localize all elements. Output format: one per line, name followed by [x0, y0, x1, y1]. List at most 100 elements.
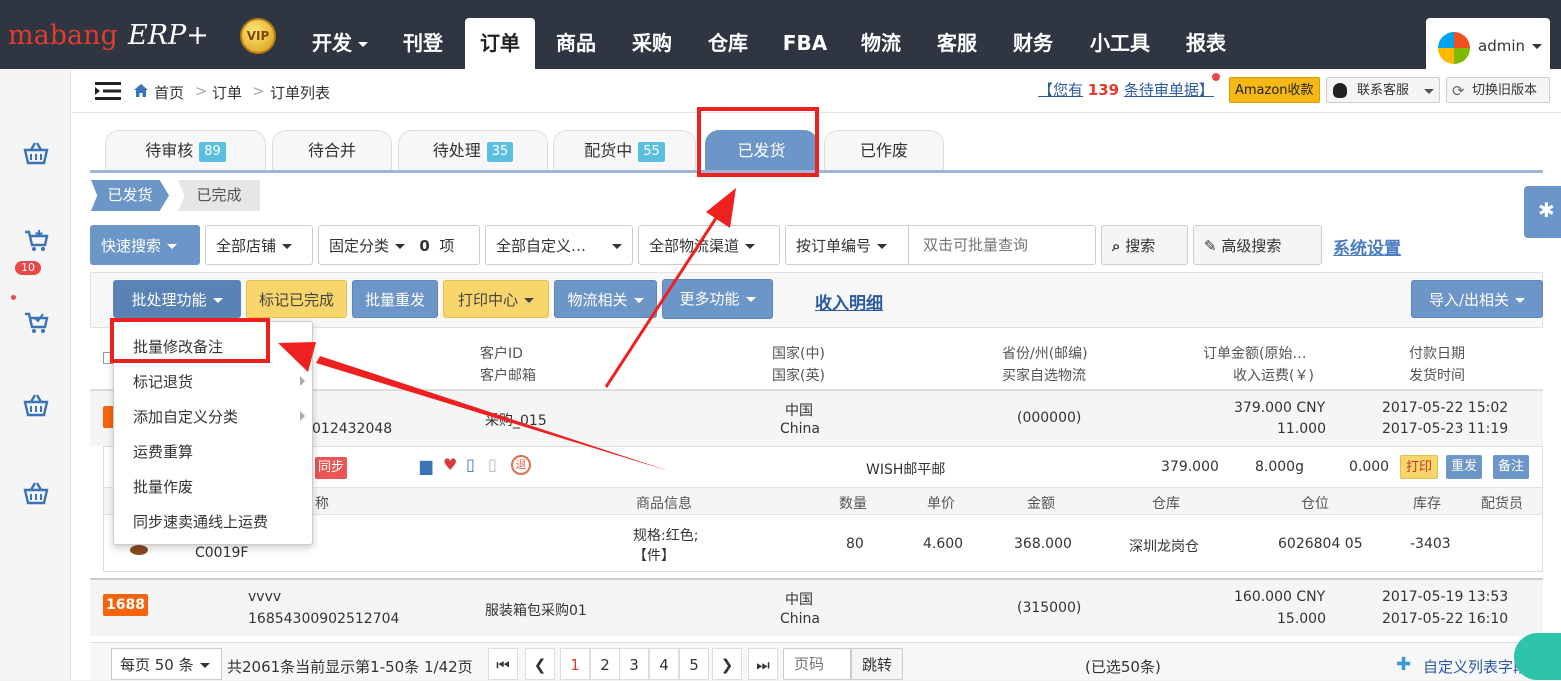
- basket-icon[interactable]: [23, 481, 49, 505]
- col-income-freight[interactable]: 收入运费(￥): [1233, 365, 1314, 385]
- tab-pending-merge[interactable]: 待合并: [272, 130, 392, 170]
- last-page-button[interactable]: ⏭: [748, 648, 778, 680]
- batch-actions-dropdown[interactable]: 批处理功能: [113, 280, 241, 318]
- col-country-cn[interactable]: 国家(中): [772, 343, 825, 363]
- message-icon[interactable]: ▆: [420, 456, 432, 475]
- notice-dot: [1212, 73, 1220, 81]
- page-3[interactable]: 3: [619, 648, 649, 680]
- amazon-payment-button[interactable]: Amazon收款: [1229, 77, 1320, 103]
- cart-plus-icon[interactable]: [24, 229, 50, 253]
- nav-warehouse[interactable]: 仓库: [695, 18, 761, 69]
- order-zip: (000000): [1017, 410, 1082, 426]
- col-pay-date[interactable]: 付款日期: [1409, 343, 1465, 363]
- order-country-en: China: [780, 421, 820, 437]
- subtab-shipped[interactable]: 已发货: [91, 180, 169, 211]
- item-col-stock: 库存: [1413, 496, 1441, 512]
- nav-service[interactable]: 客服: [924, 18, 990, 69]
- menu-item-add-custom-category[interactable]: 添加自定义分类: [133, 406, 238, 427]
- sync-badge[interactable]: 同步: [315, 457, 348, 479]
- nav-tools[interactable]: 小工具: [1080, 18, 1160, 69]
- product-thumbnail[interactable]: [130, 545, 148, 555]
- menu-item-mark-return[interactable]: 标记退货: [133, 371, 193, 392]
- cart-check-icon[interactable]: [24, 311, 50, 335]
- logo-brand[interactable]: mabang: [8, 20, 118, 51]
- print-center-dropdown[interactable]: 打印中心: [443, 280, 549, 318]
- nav-listing[interactable]: 刊登: [390, 18, 456, 69]
- remark-button[interactable]: 备注: [1493, 455, 1530, 479]
- mark-completed-button[interactable]: 标记已完成: [246, 280, 347, 318]
- tab-voided[interactable]: 已作废: [824, 130, 944, 170]
- breadcrumb-orders[interactable]: 订单: [212, 82, 242, 103]
- col-buyer-shipping[interactable]: 买家自选物流: [1002, 365, 1086, 385]
- system-settings-link[interactable]: 系统设置: [1333, 234, 1401, 259]
- nav-dev[interactable]: 开发: [297, 18, 383, 69]
- chevron-down-icon: [199, 663, 210, 668]
- income-detail-link[interactable]: 收入明细: [815, 289, 883, 314]
- search-button[interactable]: ⌕ 搜索: [1101, 225, 1188, 265]
- print-button[interactable]: 打印: [1400, 455, 1439, 479]
- settings-side-tab[interactable]: ✱: [1524, 186, 1561, 238]
- subtab-completed[interactable]: 已完成: [178, 180, 260, 211]
- menu-item-batch-void[interactable]: 批量作废: [133, 476, 193, 497]
- user-menu[interactable]: admin: [1426, 18, 1550, 69]
- nav-finance[interactable]: 财务: [1000, 18, 1066, 69]
- per-page-dropdown[interactable]: 每页 50 条: [111, 648, 222, 680]
- old-version-button[interactable]: ⟳ 切换旧版本: [1446, 77, 1550, 103]
- col-customer-email[interactable]: 客户邮箱: [480, 365, 536, 385]
- logistics-channel-dropdown[interactable]: 全部物流渠道: [638, 225, 780, 265]
- pending-notice[interactable]: 【您有 139 条待审单据】: [1038, 79, 1214, 100]
- tab-allocating[interactable]: 配货中 55: [553, 130, 696, 170]
- pager-summary: 共2061条当前显示第1-50条 1/42页: [227, 658, 473, 676]
- search-type-dropdown[interactable]: 按订单编号: [785, 225, 909, 265]
- menu-item-sync-aliexpress-freight[interactable]: 同步速卖通线上运费: [133, 511, 268, 532]
- clipboard-icon[interactable]: ▯: [466, 455, 475, 474]
- resend-button[interactable]: 重发: [1446, 455, 1483, 479]
- clipboard-gray-icon[interactable]: ▯: [488, 455, 497, 474]
- logistics-dropdown[interactable]: 物流相关: [554, 280, 657, 318]
- tab-pending-review[interactable]: 待审核 89: [105, 130, 266, 170]
- jump-button[interactable]: 跳转: [851, 648, 903, 680]
- heart-icon[interactable]: ♥: [443, 455, 457, 474]
- nav-orders[interactable]: 订单: [465, 18, 535, 69]
- chevron-down-icon: [167, 244, 178, 249]
- nav-logistics[interactable]: 物流: [848, 18, 914, 69]
- first-page-button[interactable]: ⏮: [488, 648, 518, 680]
- menu-toggle-icon[interactable]: [95, 82, 121, 100]
- prev-page-button[interactable]: ❮: [525, 648, 555, 680]
- custom-category-dropdown[interactable]: 全部自定义…: [485, 225, 633, 265]
- col-customer-id[interactable]: 客户ID: [480, 343, 523, 363]
- search-input[interactable]: [908, 225, 1096, 265]
- fixed-category-dropdown[interactable]: 固定分类 0 项: [318, 225, 480, 265]
- import-export-dropdown[interactable]: 导入/出相关: [1411, 280, 1543, 318]
- nav-fba[interactable]: FBA: [772, 18, 838, 69]
- breadcrumb-home[interactable]: 首页: [154, 82, 184, 103]
- col-amount[interactable]: 订单金额(原始…: [1203, 343, 1306, 363]
- contact-service-button[interactable]: 联系客服: [1326, 77, 1440, 103]
- nav-purchase[interactable]: 采购: [619, 18, 685, 69]
- menu-item-recalculate-freight[interactable]: 运费重算: [133, 441, 193, 462]
- refund-icon[interactable]: 退: [511, 455, 531, 475]
- custom-fields-link[interactable]: 自定义列表字段: [1423, 656, 1528, 677]
- shop-filter-dropdown[interactable]: 全部店铺: [205, 225, 313, 265]
- col-ship-time[interactable]: 发货时间: [1409, 365, 1465, 385]
- nav-products[interactable]: 商品: [543, 18, 609, 69]
- page-5[interactable]: 5: [679, 648, 709, 680]
- advanced-search-button[interactable]: ✎ 高级搜索: [1193, 225, 1322, 265]
- page-2[interactable]: 2: [590, 648, 620, 680]
- tab-pending-process[interactable]: 待处理 35: [398, 130, 548, 170]
- nav-reports[interactable]: 报表: [1173, 18, 1239, 69]
- page-1[interactable]: 1: [560, 648, 590, 680]
- basket-icon[interactable]: [23, 141, 49, 165]
- col-province[interactable]: 省份/州(邮编): [1002, 343, 1088, 363]
- chat-bubble-button[interactable]: [1514, 633, 1561, 680]
- batch-resend-button[interactable]: 批量重发: [352, 280, 438, 318]
- logo-product[interactable]: ERP+: [128, 20, 209, 51]
- page-number-input[interactable]: [783, 648, 851, 680]
- table-row[interactable]: [90, 578, 1543, 636]
- more-functions-dropdown[interactable]: 更多功能: [662, 279, 773, 319]
- next-page-button[interactable]: ❯: [712, 648, 742, 680]
- col-country-en[interactable]: 国家(英): [772, 365, 825, 385]
- basket-icon[interactable]: [23, 393, 49, 417]
- quick-search-dropdown[interactable]: 快速搜索: [90, 225, 200, 265]
- page-4[interactable]: 4: [649, 648, 679, 680]
